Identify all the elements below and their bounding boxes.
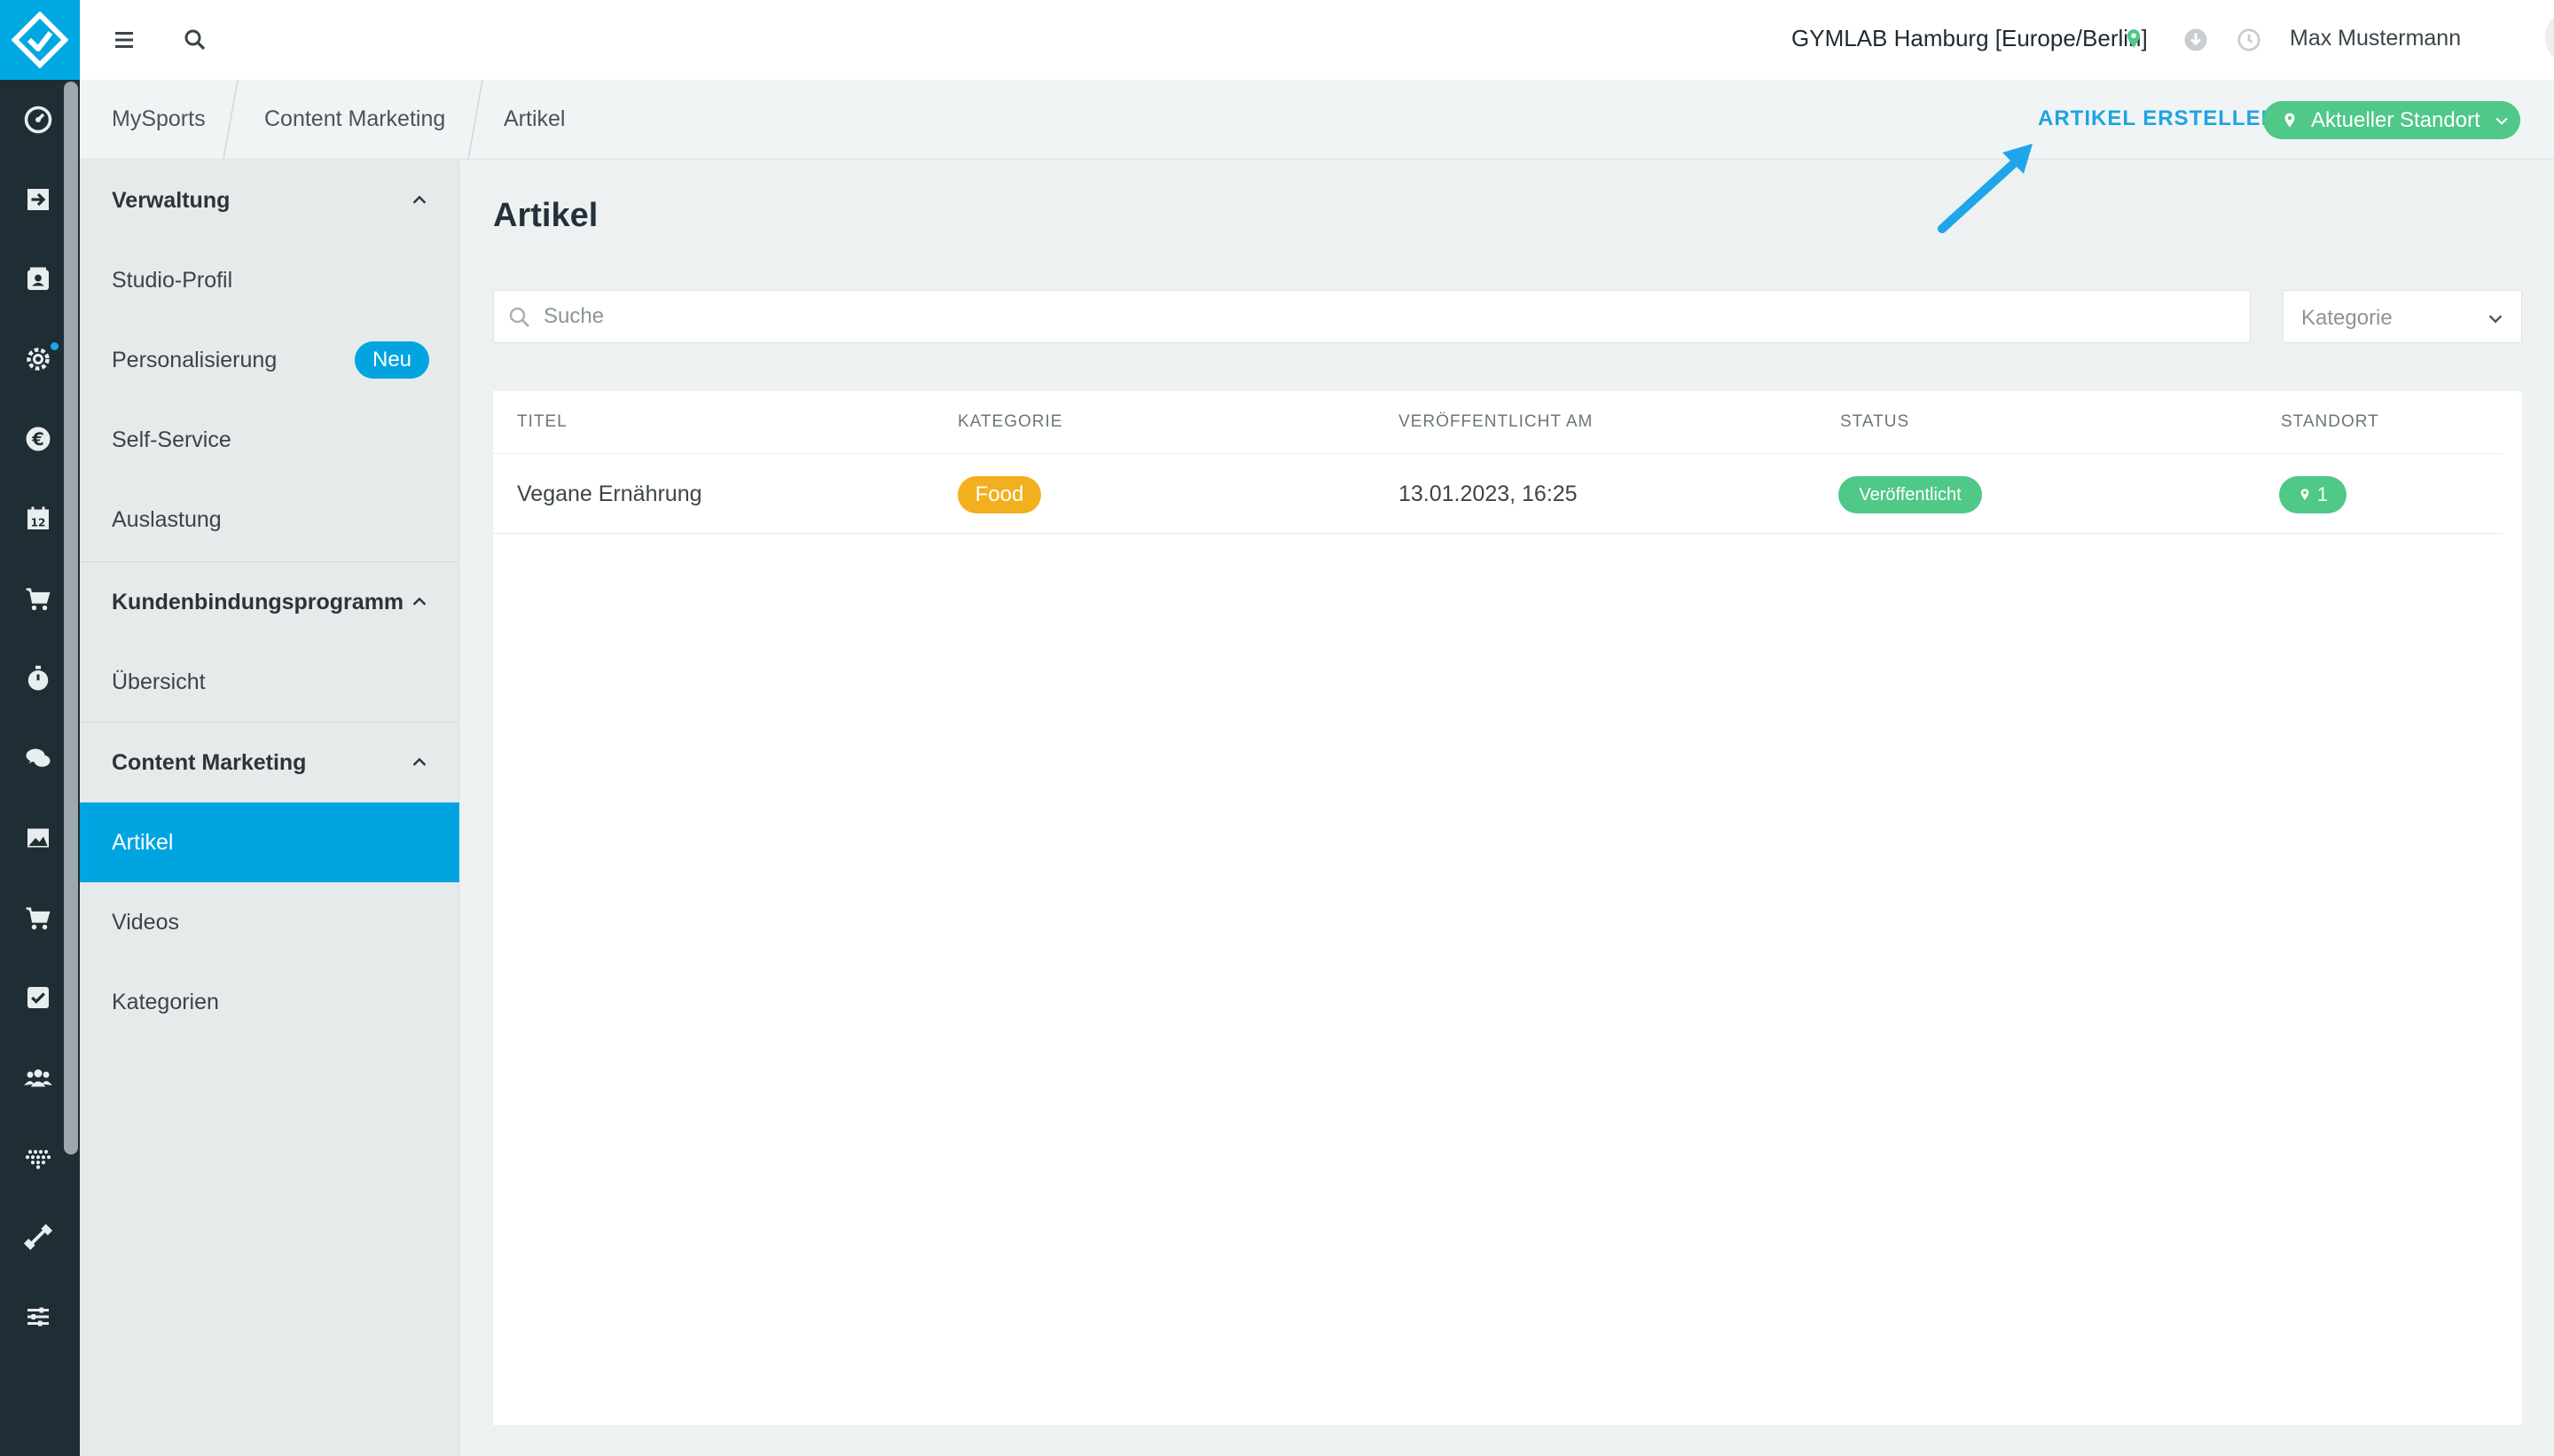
user-avatar[interactable] bbox=[2545, 9, 2554, 66]
heart-rate-icon[interactable] bbox=[18, 1137, 59, 1178]
settings-icon[interactable] bbox=[18, 339, 60, 380]
sidebar-item-self-service[interactable]: Self-Service bbox=[80, 400, 459, 480]
hamburger-menu-icon[interactable] bbox=[106, 22, 142, 58]
chat-icon[interactable] bbox=[18, 738, 59, 779]
map-pin-icon bbox=[2300, 489, 2309, 500]
sidebar-item-label: Kategorien bbox=[112, 989, 219, 1014]
sidebar-section-content-marketing[interactable]: Content Marketing bbox=[80, 723, 459, 802]
annotation-arrow-icon bbox=[1938, 144, 2033, 233]
top-bar: GYMLAB Hamburg [Europe/Berlin] Max Muste… bbox=[80, 0, 2554, 80]
icon-rail: € 12 bbox=[0, 0, 80, 1456]
articles-table: TITEL KATEGORIE VERÖFFENTLICHT AM STATUS… bbox=[493, 391, 2522, 1425]
sidebar-item-label: Studio-Profil bbox=[112, 267, 233, 293]
contacts-icon[interactable] bbox=[18, 259, 59, 300]
cell-title[interactable]: Vegane Ernährung bbox=[517, 481, 702, 507]
sidebar-item-label: Artikel bbox=[112, 829, 174, 855]
sidebar-item-uebersicht[interactable]: Übersicht bbox=[80, 642, 459, 722]
sidebar-section-title: Verwaltung bbox=[112, 187, 231, 213]
breadcrumb-separator bbox=[467, 80, 483, 160]
clock-icon[interactable] bbox=[2231, 22, 2267, 58]
sidebar-item-personalisierung[interactable]: Personalisierung Neu bbox=[80, 320, 459, 400]
sidebar-section-verwaltung[interactable]: Verwaltung bbox=[80, 160, 459, 240]
sidebar-item-videos[interactable]: Videos bbox=[80, 882, 459, 962]
sidebar-section-kundenbindungsprogramm[interactable]: Kundenbindungsprogramm bbox=[80, 562, 459, 642]
cell-published: 13.01.2023, 16:25 bbox=[1398, 481, 1578, 506]
group-icon[interactable] bbox=[18, 1057, 59, 1098]
euro-icon[interactable]: € bbox=[18, 419, 59, 459]
user-name[interactable]: Max Mustermann bbox=[2290, 26, 2461, 51]
search-icon[interactable] bbox=[177, 22, 213, 58]
page-title: Artikel bbox=[493, 197, 599, 234]
table-divider bbox=[493, 453, 2503, 454]
chevron-up-icon bbox=[412, 757, 427, 766]
breadcrumb-item-content-marketing[interactable]: Content Marketing bbox=[264, 106, 445, 132]
sidebar-item-artikel[interactable]: Artikel bbox=[80, 802, 459, 882]
sidebar-item-auslastung[interactable]: Auslastung bbox=[80, 480, 459, 560]
category-tag: Food bbox=[958, 476, 1041, 513]
avatar-placeholder-icon bbox=[2545, 9, 2554, 66]
column-header-standort[interactable]: STANDORT bbox=[2281, 412, 2379, 432]
chevron-down-icon bbox=[2488, 315, 2503, 324]
map-pin-icon bbox=[2284, 113, 2295, 127]
column-header-status[interactable]: STATUS bbox=[1840, 412, 1909, 432]
location-count: 1 bbox=[2316, 483, 2329, 505]
svg-text:€: € bbox=[31, 429, 44, 450]
breadcrumb-separator bbox=[223, 80, 239, 160]
category-select-label: Kategorie bbox=[2301, 306, 2393, 330]
sidebar-item-label: Videos bbox=[112, 909, 179, 935]
new-badge: Neu bbox=[355, 341, 429, 379]
sidebar-item-label: Auslastung bbox=[112, 506, 222, 532]
breadcrumb: MySports Content Marketing Artikel ARTIK… bbox=[80, 80, 2554, 160]
breadcrumb-item-mysports[interactable]: MySports bbox=[112, 106, 206, 132]
create-article-button[interactable]: ARTIKEL ERSTELLEN bbox=[2038, 106, 2277, 131]
chevron-down-icon bbox=[2495, 117, 2508, 125]
search-input[interactable] bbox=[544, 298, 2229, 335]
sidebar-item-studio-profil[interactable]: Studio-Profil bbox=[80, 240, 459, 320]
cart-icon[interactable] bbox=[18, 578, 59, 619]
location-select-button[interactable]: Aktueller Standort bbox=[2263, 101, 2520, 139]
logo-icon bbox=[12, 12, 68, 68]
map-pin-icon bbox=[2116, 21, 2151, 57]
sidebar-item-label: Self-Service bbox=[112, 427, 231, 452]
dashboard-icon[interactable] bbox=[18, 99, 59, 140]
sliders-icon[interactable] bbox=[18, 1296, 59, 1337]
chevron-up-icon bbox=[412, 597, 427, 606]
sidebar-section-title: Content Marketing bbox=[112, 749, 307, 775]
stopwatch-icon[interactable] bbox=[18, 658, 59, 699]
status-badge: Veröffentlicht bbox=[1838, 476, 1982, 513]
location-count-badge[interactable]: 1 bbox=[2279, 476, 2346, 513]
column-header-titel[interactable]: TITEL bbox=[517, 412, 568, 432]
search-field[interactable] bbox=[493, 290, 2251, 343]
image-icon[interactable] bbox=[18, 818, 59, 858]
notification-dot bbox=[49, 341, 60, 352]
check-in-icon[interactable] bbox=[18, 179, 59, 220]
sidebar-item-label: Personalisierung bbox=[112, 347, 278, 372]
app-logo[interactable] bbox=[0, 0, 80, 80]
category-select[interactable]: Kategorie bbox=[2283, 290, 2522, 343]
section-sidebar: Verwaltung Studio-Profil Personalisierun… bbox=[80, 160, 459, 1456]
table-divider bbox=[493, 533, 2503, 534]
current-location-label[interactable]: GYMLAB Hamburg [Europe/Berlin] bbox=[1791, 25, 2148, 52]
rail-scrollbar[interactable] bbox=[64, 82, 78, 1155]
chevron-up-icon bbox=[412, 195, 427, 204]
svg-text:12: 12 bbox=[31, 516, 46, 528]
search-icon bbox=[509, 307, 529, 327]
calendar-icon[interactable]: 12 bbox=[18, 498, 59, 539]
sidebar-section-title: Kundenbindungsprogramm bbox=[112, 589, 404, 614]
sidebar-item-kategorien[interactable]: Kategorien bbox=[80, 962, 459, 1042]
shop-icon[interactable] bbox=[18, 897, 59, 938]
download-icon[interactable] bbox=[2178, 22, 2213, 58]
dumbbell-icon[interactable] bbox=[18, 1217, 59, 1257]
breadcrumb-item-artikel: Artikel bbox=[504, 106, 566, 131]
column-header-kategorie[interactable]: KATEGORIE bbox=[958, 412, 1062, 432]
location-select-label: Aktueller Standort bbox=[2311, 107, 2480, 132]
checkbox-icon[interactable] bbox=[18, 977, 59, 1018]
sidebar-item-label: Übersicht bbox=[112, 669, 206, 694]
column-header-veroeffentlicht[interactable]: VERÖFFENTLICHT AM bbox=[1398, 412, 1593, 432]
